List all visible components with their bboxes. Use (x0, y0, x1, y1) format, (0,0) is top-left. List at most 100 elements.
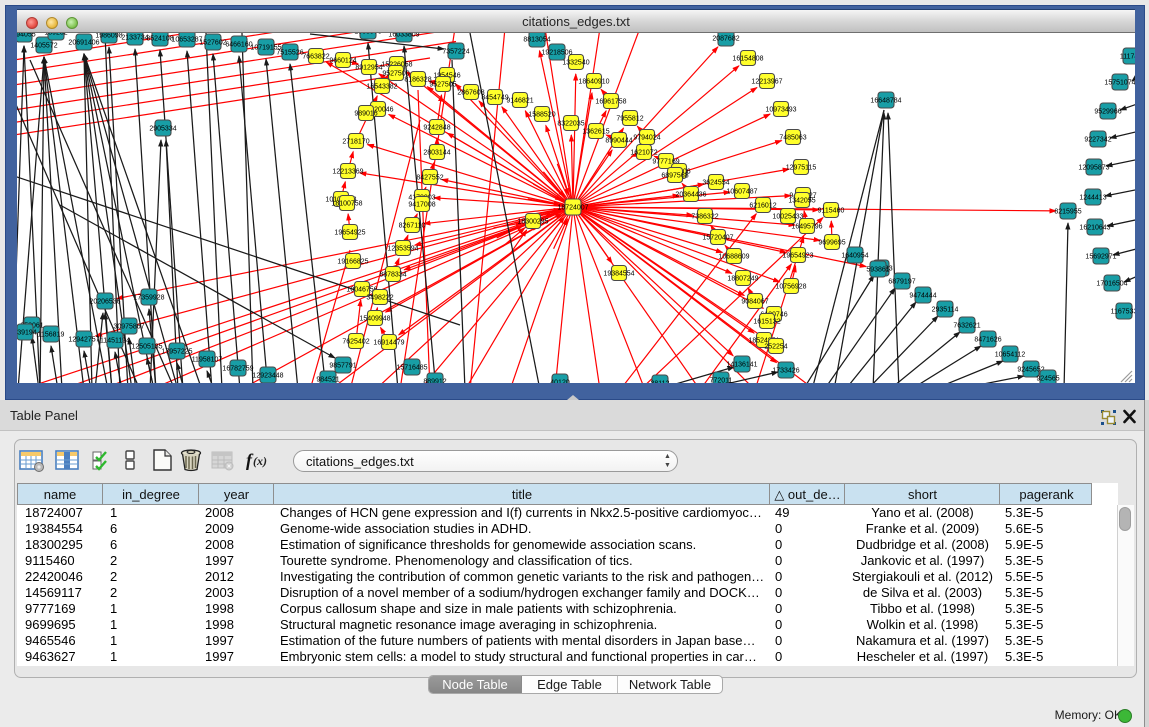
svg-text:19384554: 19384554 (603, 271, 634, 278)
svg-text:30975867: 30975867 (113, 324, 144, 331)
svg-text:1527602: 1527602 (199, 40, 226, 47)
svg-text:12353594: 12353594 (387, 246, 418, 253)
svg-text:593861: 593861 (866, 267, 889, 274)
svg-text:14136141: 14136141 (726, 362, 757, 369)
svg-text:2087682: 2087682 (712, 36, 739, 43)
svg-text:1908973: 1908973 (354, 33, 381, 36)
svg-text:16782759: 16782759 (222, 366, 253, 373)
svg-text:18100758: 18100758 (331, 201, 362, 208)
svg-text:(x): (x) (253, 454, 267, 468)
svg-text:8215955: 8215955 (1054, 209, 1081, 216)
svg-text:9115460: 9115460 (818, 208, 845, 215)
svg-text:17957225: 17957225 (161, 349, 192, 356)
svg-text:7485063: 7485063 (779, 135, 806, 142)
svg-text:20206536: 20206536 (89, 299, 120, 306)
svg-text:1640954: 1640954 (841, 253, 868, 260)
svg-text:10653287: 10653287 (171, 37, 202, 44)
svg-text:889912: 889912 (423, 379, 446, 384)
svg-text:10756928: 10756928 (775, 284, 806, 291)
svg-text:8454749: 8454749 (481, 95, 508, 102)
svg-text:2718170: 2718170 (342, 139, 369, 146)
svg-text:12942757: 12942757 (68, 337, 99, 344)
svg-text:9417008: 9417008 (408, 202, 435, 209)
svg-text:18724007: 18724007 (557, 205, 588, 212)
svg-text:3624554: 3624554 (702, 180, 729, 187)
svg-text:194055: 194055 (17, 33, 36, 39)
svg-text:772011: 772011 (710, 378, 733, 384)
svg-text:989016: 989016 (354, 111, 377, 118)
svg-text:11958107: 11958107 (192, 357, 223, 364)
svg-text:15409948: 15409948 (359, 316, 390, 323)
svg-text:6897568: 6897568 (661, 173, 688, 180)
svg-text:9699695: 9699695 (818, 240, 845, 247)
svg-text:20364436: 20364436 (675, 192, 706, 199)
svg-text:1332540: 1332540 (562, 60, 589, 67)
svg-text:38112: 38112 (651, 381, 670, 384)
svg-text:20691406: 20691406 (68, 40, 99, 47)
svg-text:9527505: 9527505 (429, 82, 456, 89)
svg-text:1156819: 1156819 (38, 332, 65, 339)
svg-text:9474444: 9474444 (909, 293, 936, 300)
svg-text:11451194: 11451194 (100, 338, 130, 345)
svg-text:12095873: 12095873 (1078, 165, 1109, 172)
svg-text:10607487: 10607487 (726, 189, 757, 196)
svg-text:16543382: 16543382 (366, 84, 397, 91)
svg-text:10025433: 10025433 (772, 214, 803, 221)
svg-text:8267110: 8267110 (399, 223, 426, 230)
svg-text:9084067: 9084067 (741, 299, 768, 306)
svg-text:9242848: 9242848 (423, 125, 450, 132)
svg-text:18300295: 18300295 (517, 219, 548, 226)
svg-text:1342055: 1342055 (788, 198, 815, 205)
svg-text:12213967: 12213967 (751, 79, 782, 86)
svg-text:8427552: 8427552 (416, 175, 443, 182)
svg-text:19654925: 19654925 (334, 230, 365, 237)
svg-text:1244413: 1244413 (1079, 195, 1106, 202)
svg-text:2803144: 2803144 (423, 150, 450, 157)
svg-text:8813054: 8813054 (523, 37, 550, 44)
svg-text:1167533: 1167533 (1111, 309, 1135, 316)
svg-text:7515526: 7515526 (276, 50, 303, 57)
svg-text:12505135: 12505135 (131, 344, 162, 351)
svg-text:6466160: 6466160 (225, 42, 252, 49)
svg-text:1621072: 1621072 (630, 150, 657, 157)
svg-text:12975115: 12975115 (786, 165, 817, 172)
svg-text:1986098: 1986098 (95, 33, 122, 40)
svg-text:19166825: 19166825 (337, 259, 368, 266)
svg-text:1405572: 1405572 (30, 43, 57, 50)
svg-text:252254: 252254 (764, 344, 787, 351)
svg-text:7632621: 7632621 (953, 323, 980, 330)
svg-text:12213369: 12213369 (332, 169, 363, 176)
svg-text:1615132: 1615132 (753, 319, 780, 326)
svg-text:18640910: 18640910 (578, 79, 609, 86)
svg-text:9227342: 9227342 (1084, 137, 1111, 144)
svg-text:18807249: 18807249 (727, 276, 758, 283)
svg-text:189232: 189232 (44, 33, 67, 37)
svg-text:8322035: 8322035 (557, 121, 584, 128)
svg-text:10973493: 10973493 (765, 107, 796, 114)
svg-text:9660124: 9660124 (329, 58, 356, 65)
svg-text:8912954: 8912954 (355, 65, 382, 72)
svg-text:6216012: 6216012 (749, 203, 776, 210)
svg-text:10654112: 10654112 (995, 352, 1026, 359)
svg-text:40120: 40120 (550, 380, 570, 384)
svg-text:7386322: 7386322 (691, 214, 718, 221)
svg-text:7357224: 7357224 (442, 49, 469, 56)
svg-text:7955812: 7955812 (616, 116, 643, 123)
svg-text:15692971: 15692971 (1085, 254, 1116, 261)
svg-text:1733426: 1733426 (772, 368, 799, 375)
svg-text:2935114: 2935114 (932, 307, 959, 314)
svg-text:10688609: 10688609 (718, 254, 749, 261)
svg-text:2133734: 2133734 (121, 35, 148, 42)
svg-text:8878334: 8878334 (379, 272, 406, 279)
svg-text:15720407: 15720407 (702, 235, 733, 242)
svg-text:111745: 111745 (1120, 54, 1135, 61)
svg-text:7625402: 7625402 (342, 339, 369, 346)
svg-text:9857791: 9857791 (329, 363, 356, 370)
svg-text:3498222: 3498222 (366, 295, 393, 302)
svg-text:19218506: 19218506 (541, 50, 572, 57)
svg-text:16033809: 16033809 (388, 33, 419, 39)
svg-text:12923448: 12923448 (252, 373, 283, 380)
svg-text:15751074: 15751074 (1104, 80, 1135, 87)
svg-text:16914479: 16914479 (373, 340, 404, 347)
svg-text:2905334: 2905334 (149, 126, 176, 133)
